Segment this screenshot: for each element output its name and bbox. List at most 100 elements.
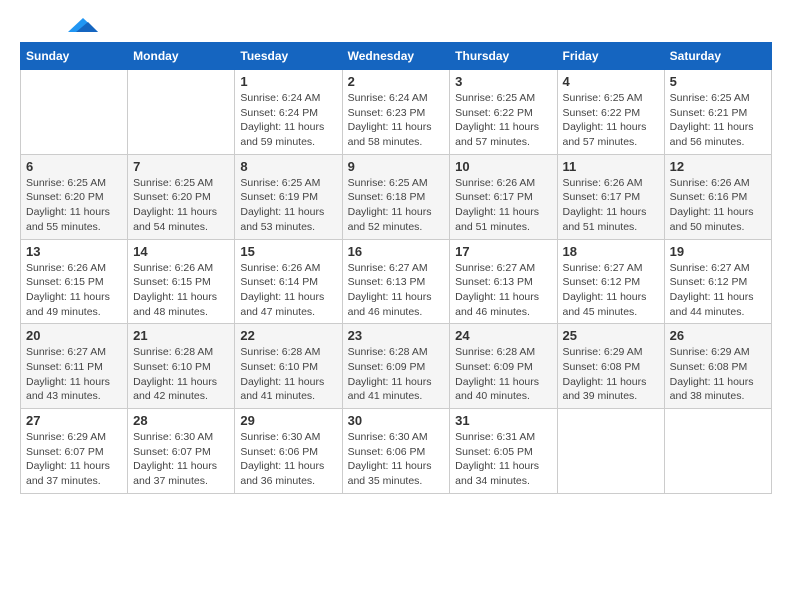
calendar-cell: 29Sunrise: 6:30 AMSunset: 6:06 PMDayligh… (235, 409, 342, 494)
day-detail: Sunrise: 6:30 AMSunset: 6:06 PMDaylight:… (348, 430, 445, 489)
logo (20, 20, 98, 32)
calendar-cell: 23 Sunrise: 6:28 AMSunset: 6:09 PMDayligh… (342, 324, 450, 409)
day-detail: Sunrise: 6:25 AMSunset: 6:20 PMDaylight:… (26, 176, 122, 235)
day-detail: Sunrise: 6:26 AMSunset: 6:15 PMDaylight:… (133, 261, 229, 320)
calendar-cell: 26 Sunrise: 6:29 AMSunset: 6:08 PMDayligh… (664, 324, 771, 409)
calendar-cell: 27Sunrise: 6:29 AMSunset: 6:07 PMDayligh… (21, 409, 128, 494)
day-detail: Sunrise: 6:27 AMSunset: 6:12 PMDaylight:… (670, 261, 766, 320)
day-number: 4 (563, 74, 659, 89)
calendar-cell: 15 Sunrise: 6:26 AMSunset: 6:14 PMDayligh… (235, 239, 342, 324)
day-number: 23 (348, 328, 445, 343)
day-number: 7 (133, 159, 229, 174)
day-number: 8 (240, 159, 336, 174)
day-detail: Sunrise: 6:25 AMSunset: 6:22 PMDaylight:… (563, 91, 659, 150)
calendar-week-3: 13 Sunrise: 6:26 AMSunset: 6:15 PMDayligh… (21, 239, 772, 324)
day-number: 20 (26, 328, 122, 343)
calendar-cell: 7 Sunrise: 6:25 AMSunset: 6:20 PMDaylight… (128, 154, 235, 239)
calendar-cell: 31 Sunrise: 6:31 AMSunset: 6:05 PMDayligh… (450, 409, 557, 494)
day-detail: Sunrise: 6:26 AMSunset: 6:17 PMDaylight:… (563, 176, 659, 235)
day-header-monday: Monday (128, 43, 235, 70)
calendar-cell: 5 Sunrise: 6:25 AMSunset: 6:21 PMDaylight… (664, 70, 771, 155)
day-number: 9 (348, 159, 445, 174)
day-detail: Sunrise: 6:25 AMSunset: 6:20 PMDaylight:… (133, 176, 229, 235)
calendar-week-5: 27Sunrise: 6:29 AMSunset: 6:07 PMDayligh… (21, 409, 772, 494)
day-number: 27 (26, 413, 122, 428)
day-header-thursday: Thursday (450, 43, 557, 70)
day-detail: Sunrise: 6:28 AMSunset: 6:10 PMDaylight:… (240, 345, 336, 404)
calendar-cell: 16 Sunrise: 6:27 AMSunset: 6:13 PMDayligh… (342, 239, 450, 324)
day-number: 16 (348, 244, 445, 259)
calendar-cell: 10 Sunrise: 6:26 AMSunset: 6:17 PMDayligh… (450, 154, 557, 239)
day-detail: Sunrise: 6:28 AMSunset: 6:09 PMDaylight:… (348, 345, 445, 404)
day-number: 3 (455, 74, 551, 89)
day-detail: Sunrise: 6:28 AMSunset: 6:09 PMDaylight:… (455, 345, 551, 404)
calendar-cell: 9 Sunrise: 6:25 AMSunset: 6:18 PMDaylight… (342, 154, 450, 239)
day-detail: Sunrise: 6:31 AMSunset: 6:05 PMDaylight:… (455, 430, 551, 489)
calendar-cell (128, 70, 235, 155)
day-number: 1 (240, 74, 336, 89)
day-header-tuesday: Tuesday (235, 43, 342, 70)
day-number: 31 (455, 413, 551, 428)
day-number: 13 (26, 244, 122, 259)
calendar-cell: 22 Sunrise: 6:28 AMSunset: 6:10 PMDayligh… (235, 324, 342, 409)
logo-icon (68, 18, 98, 32)
calendar-cell: 20Sunrise: 6:27 AMSunset: 6:11 PMDayligh… (21, 324, 128, 409)
day-detail: Sunrise: 6:26 AMSunset: 6:14 PMDaylight:… (240, 261, 336, 320)
calendar-cell: 6Sunrise: 6:25 AMSunset: 6:20 PMDaylight… (21, 154, 128, 239)
calendar-week-4: 20Sunrise: 6:27 AMSunset: 6:11 PMDayligh… (21, 324, 772, 409)
calendar-cell: 17Sunrise: 6:27 AMSunset: 6:13 PMDayligh… (450, 239, 557, 324)
calendar-cell: 2Sunrise: 6:24 AMSunset: 6:23 PMDaylight… (342, 70, 450, 155)
calendar-cell: 4 Sunrise: 6:25 AMSunset: 6:22 PMDaylight… (557, 70, 664, 155)
calendar-cell: 14 Sunrise: 6:26 AMSunset: 6:15 PMDayligh… (128, 239, 235, 324)
day-detail: Sunrise: 6:26 AMSunset: 6:17 PMDaylight:… (455, 176, 551, 235)
day-detail: Sunrise: 6:27 AMSunset: 6:13 PMDaylight:… (455, 261, 551, 320)
day-detail: Sunrise: 6:25 AMSunset: 6:22 PMDaylight:… (455, 91, 551, 150)
day-number: 28 (133, 413, 229, 428)
day-header-friday: Friday (557, 43, 664, 70)
day-detail: Sunrise: 6:30 AMSunset: 6:07 PMDaylight:… (133, 430, 229, 489)
day-detail: Sunrise: 6:26 AMSunset: 6:16 PMDaylight:… (670, 176, 766, 235)
day-number: 22 (240, 328, 336, 343)
day-number: 5 (670, 74, 766, 89)
day-number: 18 (563, 244, 659, 259)
day-number: 15 (240, 244, 336, 259)
calendar-cell: 19Sunrise: 6:27 AMSunset: 6:12 PMDayligh… (664, 239, 771, 324)
day-detail: Sunrise: 6:25 AMSunset: 6:21 PMDaylight:… (670, 91, 766, 150)
calendar-cell: 8 Sunrise: 6:25 AMSunset: 6:19 PMDaylight… (235, 154, 342, 239)
day-detail: Sunrise: 6:26 AMSunset: 6:15 PMDaylight:… (26, 261, 122, 320)
day-header-saturday: Saturday (664, 43, 771, 70)
day-detail: Sunrise: 6:29 AMSunset: 6:08 PMDaylight:… (563, 345, 659, 404)
day-number: 25 (563, 328, 659, 343)
calendar-cell (664, 409, 771, 494)
day-detail: Sunrise: 6:25 AMSunset: 6:19 PMDaylight:… (240, 176, 336, 235)
calendar-cell: 30 Sunrise: 6:30 AMSunset: 6:06 PMDayligh… (342, 409, 450, 494)
day-detail: Sunrise: 6:24 AMSunset: 6:23 PMDaylight:… (348, 91, 445, 150)
calendar-cell: 1Sunrise: 6:24 AMSunset: 6:24 PMDaylight… (235, 70, 342, 155)
page-header (20, 20, 772, 32)
header-row: SundayMondayTuesdayWednesdayThursdayFrid… (21, 43, 772, 70)
day-header-sunday: Sunday (21, 43, 128, 70)
day-number: 26 (670, 328, 766, 343)
calendar-cell: 21 Sunrise: 6:28 AMSunset: 6:10 PMDayligh… (128, 324, 235, 409)
calendar-cell (557, 409, 664, 494)
day-number: 12 (670, 159, 766, 174)
day-number: 21 (133, 328, 229, 343)
calendar-table: SundayMondayTuesdayWednesdayThursdayFrid… (20, 42, 772, 494)
day-number: 30 (348, 413, 445, 428)
day-detail: Sunrise: 6:25 AMSunset: 6:18 PMDaylight:… (348, 176, 445, 235)
day-detail: Sunrise: 6:28 AMSunset: 6:10 PMDaylight:… (133, 345, 229, 404)
calendar-week-2: 6Sunrise: 6:25 AMSunset: 6:20 PMDaylight… (21, 154, 772, 239)
day-number: 14 (133, 244, 229, 259)
day-detail: Sunrise: 6:27 AMSunset: 6:13 PMDaylight:… (348, 261, 445, 320)
day-number: 24 (455, 328, 551, 343)
calendar-cell: 3 Sunrise: 6:25 AMSunset: 6:22 PMDaylight… (450, 70, 557, 155)
day-detail: Sunrise: 6:29 AMSunset: 6:08 PMDaylight:… (670, 345, 766, 404)
calendar-cell: 13 Sunrise: 6:26 AMSunset: 6:15 PMDayligh… (21, 239, 128, 324)
day-number: 10 (455, 159, 551, 174)
day-number: 11 (563, 159, 659, 174)
calendar-cell: 24 Sunrise: 6:28 AMSunset: 6:09 PMDayligh… (450, 324, 557, 409)
calendar-cell (21, 70, 128, 155)
day-detail: Sunrise: 6:30 AMSunset: 6:06 PMDaylight:… (240, 430, 336, 489)
calendar-week-1: 1Sunrise: 6:24 AMSunset: 6:24 PMDaylight… (21, 70, 772, 155)
calendar-cell: 12 Sunrise: 6:26 AMSunset: 6:16 PMDayligh… (664, 154, 771, 239)
